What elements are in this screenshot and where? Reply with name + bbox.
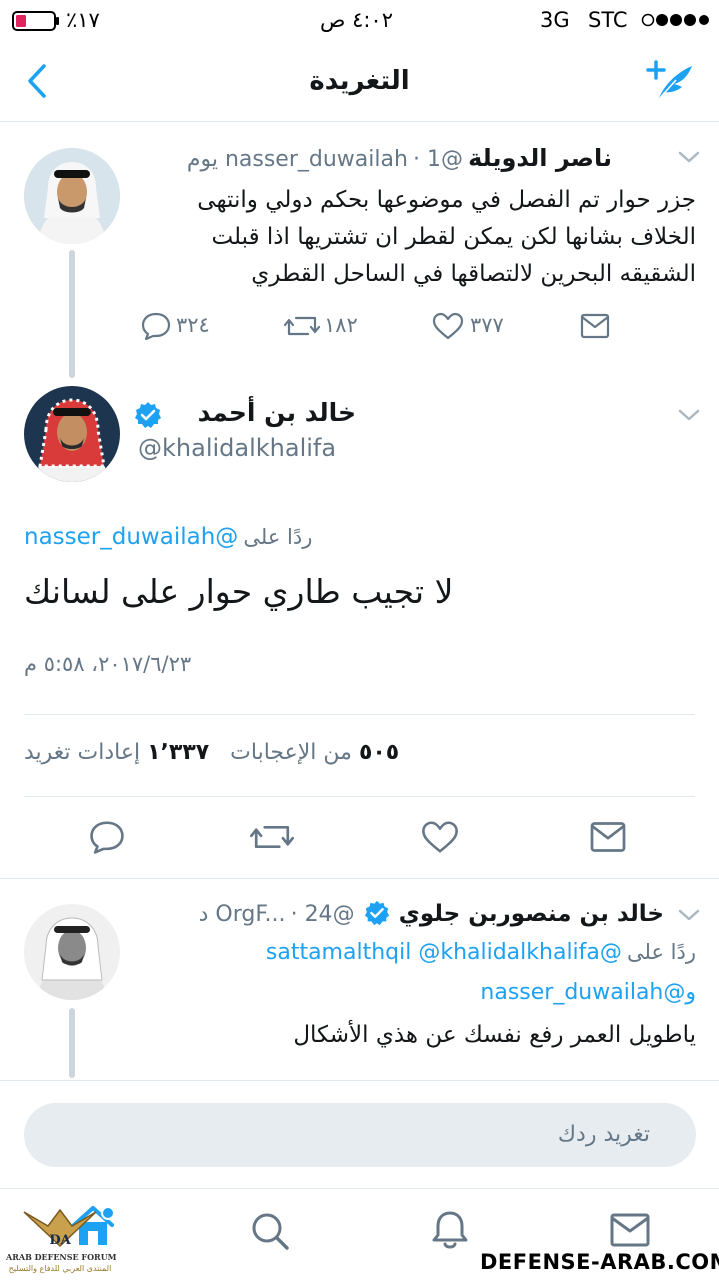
tweet-header: خالد بن منصوربن جلوي @OrgF... · 24 د (198, 900, 664, 927)
reply-to-prefix: ردًا على (627, 940, 696, 964)
user-name[interactable]: خالد بن منصوربن جلوي (399, 901, 664, 927)
user-name[interactable]: ناصر الدويلة (468, 144, 612, 172)
tweet-text: ياطويل العمر رفع نفسك عن هذي الأشكال (293, 1022, 696, 1048)
avatar[interactable] (24, 148, 120, 244)
like-icon[interactable] (421, 820, 459, 854)
user-handle[interactable]: @khalidalkhalifa (138, 434, 336, 462)
forum-logo: DA ARAB DEFENSE FORUM المنتدى العربي للد… (6, 1206, 117, 1280)
retweets-label[interactable]: إعادات تغريد (24, 740, 140, 765)
reply-context: ردًا على @nasser_duwailah (24, 524, 364, 550)
battery-percentage: ٪١٧ (66, 8, 100, 32)
chevron-down-icon[interactable] (678, 408, 700, 422)
retweet-icon[interactable] (284, 312, 320, 340)
search-icon[interactable] (250, 1211, 290, 1251)
status-time: ٤:٠٢ ص (320, 8, 393, 32)
like-count: ٣٧٧ (470, 313, 504, 337)
reply-icon[interactable] (140, 312, 172, 340)
reply-icon[interactable] (88, 820, 126, 854)
status-bar: ٪١٧ ٤:٠٢ ص 3G STC (0, 0, 719, 40)
reply-to-tail[interactable]: و@nasser_duwailah (134, 980, 696, 1005)
tweet-author: خالد بن أحمد (135, 398, 358, 428)
signal-strength-icon (641, 13, 709, 27)
forum-name-ar: المنتدى العربي للدفاع والتسليح (8, 1264, 112, 1273)
watermark-site: DEFENSE-ARAB.COM (480, 1250, 719, 1274)
chevron-down-icon[interactable] (678, 150, 700, 164)
engagement-stats: ٥٠٥ من الإعجابات ١٬٣٣٧ إعادات تغريد (24, 740, 444, 765)
verified-badge-icon (364, 900, 390, 926)
divider (24, 796, 695, 797)
like-icon[interactable] (432, 312, 464, 340)
messages-envelope-icon[interactable] (610, 1213, 650, 1247)
notifications-bell-icon[interactable] (430, 1209, 470, 1251)
likes-label[interactable]: من الإعجابات (230, 740, 352, 765)
divider (0, 1080, 719, 1081)
network-type: 3G (540, 8, 570, 32)
navigation-bar: التغريدة (0, 40, 719, 122)
carrier-name: STC (588, 8, 628, 32)
reply-count: ٣٢٤ (176, 313, 210, 337)
tweet-header: ناصر الدويلة @nasser_duwailah · 1 يوم (186, 144, 612, 172)
battery-icon (12, 11, 60, 31)
divider (0, 878, 719, 879)
svg-text:DA: DA (49, 1233, 71, 1248)
user-name[interactable]: خالد بن أحمد (198, 398, 358, 427)
divider (24, 714, 695, 715)
reply-placeholder: تغريد ردك (557, 1122, 650, 1147)
retweet-count: ١٨٢ (324, 313, 358, 337)
retweets-count[interactable]: ١٬٣٣٧ (147, 740, 209, 765)
forum-name-en: ARAB DEFENSE FORUM (6, 1252, 117, 1262)
reply-to-handles[interactable]: @sattamalthqil @khalidalkhalifa (266, 940, 622, 965)
direct-message-icon[interactable] (589, 821, 627, 853)
avatar[interactable] (24, 904, 120, 1000)
reply-to-prefix: ردًا على (243, 525, 313, 549)
user-handle[interactable]: @OrgF... (215, 902, 354, 927)
compose-tweet-icon[interactable] (646, 60, 698, 102)
retweet-icon[interactable] (250, 820, 294, 854)
page-title: التغريدة (309, 66, 410, 96)
tweet-text: جزر حوار تم الفصل في موضوعها بحكم دولي و… (197, 187, 696, 287)
main-tweet-text: لا تجيب طاري حوار على لسانك (24, 572, 454, 611)
likes-count[interactable]: ٥٠٥ (359, 740, 399, 765)
tweet-timestamp: ٢٠١٧/٦/٢٣، ٥:٥٨ م (24, 652, 192, 676)
avatar[interactable] (24, 386, 120, 482)
reply-input[interactable]: تغريد ردك (24, 1103, 696, 1167)
reply-to-handle[interactable]: @nasser_duwailah (24, 524, 238, 550)
direct-message-icon[interactable] (580, 313, 610, 339)
thread-connector (69, 250, 75, 378)
chevron-down-icon[interactable] (678, 908, 700, 922)
verified-badge-icon (134, 401, 162, 429)
reply-context: ردًا على @sattamalthqil @khalidalkhalifa (134, 940, 696, 965)
thread-connector (69, 1008, 75, 1078)
